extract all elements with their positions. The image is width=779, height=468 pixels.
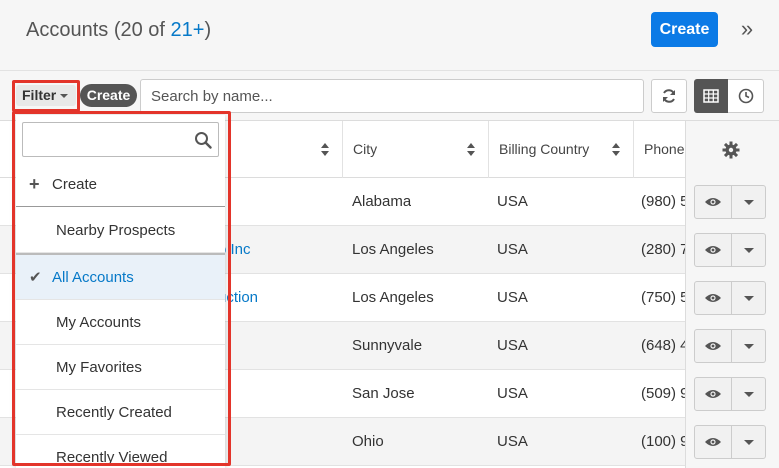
sort-icon xyxy=(612,143,621,157)
title-suffix: ) xyxy=(204,19,212,41)
create-filter-pill[interactable]: Create xyxy=(80,84,137,107)
create-button[interactable]: Create xyxy=(651,12,718,47)
caret-down-icon xyxy=(744,440,754,445)
caret-down-icon xyxy=(744,248,754,253)
phone-cell: (648) 4 xyxy=(641,337,685,354)
row-actions-dropdown[interactable] xyxy=(732,425,766,459)
eye-icon xyxy=(705,246,721,254)
row-actions-dropdown[interactable] xyxy=(732,281,766,315)
city-cell: Sunnyvale xyxy=(352,337,423,354)
phone-cell: (100) 9 xyxy=(641,433,685,450)
eye-icon xyxy=(705,342,721,350)
city-cell: Los Angeles xyxy=(352,289,434,306)
phone-cell: (980) 5 xyxy=(641,193,685,210)
phone-cell: (280) 7 xyxy=(641,241,685,258)
city-cell: San Jose xyxy=(352,385,415,402)
city-cell: Ohio xyxy=(352,433,384,450)
preview-button[interactable] xyxy=(694,281,732,315)
eye-icon xyxy=(705,198,721,206)
row-actions xyxy=(694,377,766,411)
column-header-phone[interactable]: Phone xyxy=(633,121,685,178)
row-actions xyxy=(694,281,766,315)
country-cell: USA xyxy=(497,433,528,450)
table-view-icon xyxy=(703,89,719,103)
preview-button[interactable] xyxy=(694,329,732,363)
activity-stream-button[interactable] xyxy=(728,79,764,113)
gear-icon[interactable] xyxy=(722,141,740,159)
country-cell: USA xyxy=(497,337,528,354)
country-cell: USA xyxy=(497,193,528,210)
row-actions xyxy=(694,425,766,459)
row-actions-dropdown[interactable] xyxy=(732,185,766,219)
country-cell: USA xyxy=(497,241,528,258)
sort-icon xyxy=(321,143,330,157)
dropdown-highlight-box xyxy=(12,111,231,466)
phone-cell: (509) 9 xyxy=(641,385,685,402)
page-header: Accounts (20 of 21+) Create » xyxy=(0,0,779,71)
column-header-city[interactable]: City xyxy=(342,121,488,178)
clock-icon xyxy=(738,88,753,104)
country-cell: USA xyxy=(497,289,528,306)
row-actions-dropdown[interactable] xyxy=(732,329,766,363)
sort-icon xyxy=(467,143,476,157)
title-prefix: Accounts (20 of xyxy=(26,19,171,41)
row-actions xyxy=(694,329,766,363)
eye-icon xyxy=(705,294,721,302)
row-actions xyxy=(694,185,766,219)
row-actions-dropdown[interactable] xyxy=(732,233,766,267)
search-input[interactable] xyxy=(140,79,644,113)
preview-button[interactable] xyxy=(694,425,732,459)
filter-highlight-box xyxy=(12,80,80,112)
refresh-button[interactable] xyxy=(651,79,687,113)
eye-icon xyxy=(705,438,721,446)
column-header-billing-country[interactable]: Billing Country xyxy=(488,121,633,178)
double-chevron-right-icon[interactable]: » xyxy=(737,17,757,41)
preview-button[interactable] xyxy=(694,233,732,267)
phone-cell: (750) 5 xyxy=(641,289,685,306)
country-cell: USA xyxy=(497,385,528,402)
refresh-icon xyxy=(663,89,675,103)
caret-down-icon xyxy=(744,392,754,397)
city-cell: Alabama xyxy=(352,193,412,210)
caret-down-icon xyxy=(744,344,754,349)
preview-button[interactable] xyxy=(694,185,732,219)
caret-down-icon xyxy=(744,296,754,301)
record-count-link[interactable]: 21+ xyxy=(171,19,205,41)
row-actions-dropdown[interactable] xyxy=(732,377,766,411)
table-view-button[interactable] xyxy=(694,79,728,113)
row-actions xyxy=(694,233,766,267)
city-cell: Los Angeles xyxy=(352,241,434,258)
caret-down-icon xyxy=(744,200,754,205)
page-title: Accounts (20 of 21+) xyxy=(26,19,211,42)
preview-button[interactable] xyxy=(694,377,732,411)
eye-icon xyxy=(705,390,721,398)
